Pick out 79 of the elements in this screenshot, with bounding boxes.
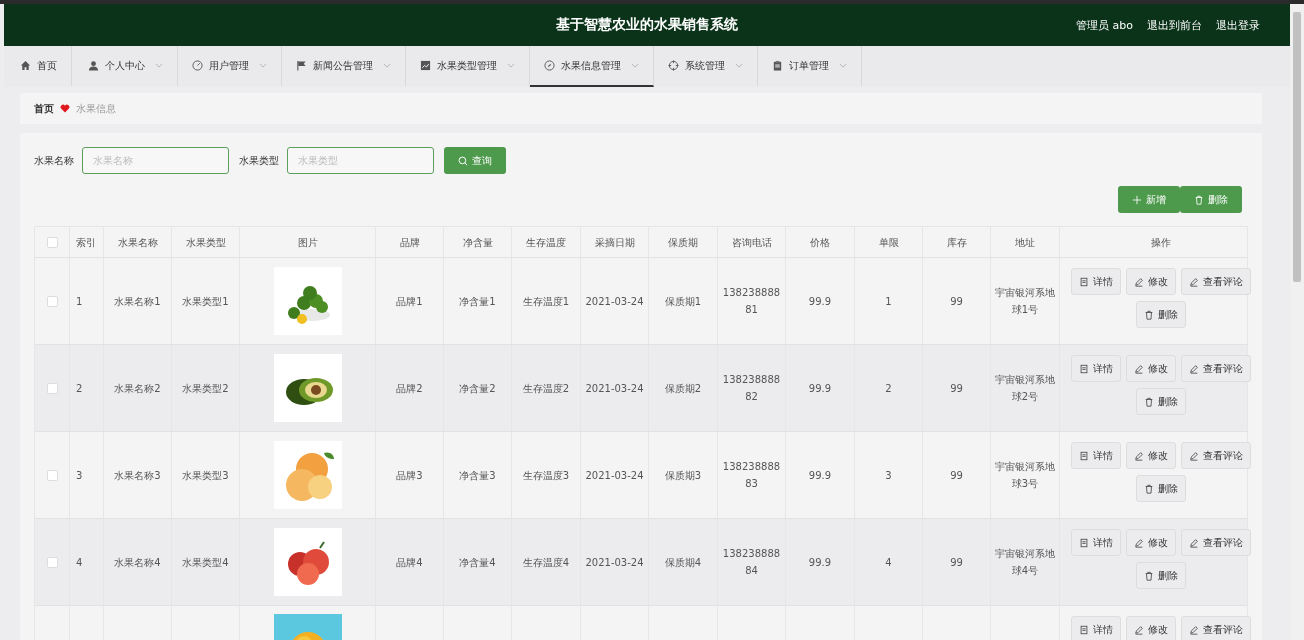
breadcrumb-current: 水果信息	[76, 101, 116, 116]
trash-icon	[1144, 570, 1154, 581]
row-action-button[interactable]: 删除	[1136, 562, 1186, 589]
pencil-icon	[1134, 624, 1144, 635]
row-checkbox[interactable]	[46, 382, 58, 394]
row-action-button[interactable]: 修改	[1126, 442, 1176, 469]
row-action-button[interactable]: 详情	[1071, 268, 1121, 295]
pencil-icon	[1134, 363, 1144, 374]
trash-icon	[1144, 396, 1154, 407]
row-checkbox[interactable]	[46, 469, 58, 481]
chart-icon	[420, 60, 431, 71]
row-action-button[interactable]: 删除	[1136, 388, 1186, 415]
document-icon	[1079, 363, 1089, 374]
compass-icon	[544, 60, 555, 71]
user-icon	[88, 60, 99, 71]
chevron-down-icon	[383, 63, 391, 68]
document-icon	[1079, 276, 1089, 287]
field-label: 水果名称	[34, 153, 74, 168]
row-action-button[interactable]: 修改	[1126, 529, 1176, 556]
row-action-button[interactable]: 修改	[1126, 355, 1176, 382]
document-icon	[1079, 624, 1089, 635]
clipboard-icon	[772, 60, 783, 71]
app-title: 基于智慧农业的水果销售系统	[556, 16, 738, 34]
nav-tab[interactable]: 水果类型管理	[406, 46, 530, 87]
select-all-checkbox[interactable]	[46, 236, 58, 248]
chevron-down-icon	[155, 63, 163, 68]
row-action-button[interactable]: 修改	[1126, 616, 1176, 640]
row-action-button[interactable]: 查看评论	[1181, 442, 1251, 469]
row-action-button[interactable]: 详情	[1071, 616, 1121, 640]
row-checkbox[interactable]	[46, 295, 58, 307]
header-link[interactable]: 管理员 abo	[1076, 17, 1133, 33]
row-action-button[interactable]: 删除	[1136, 301, 1186, 328]
trash-icon	[1144, 309, 1154, 320]
row-action-button[interactable]: 详情	[1071, 442, 1121, 469]
trash-icon	[1194, 194, 1204, 205]
scrollbar-thumb[interactable]	[1293, 12, 1301, 282]
pencil-icon	[1189, 624, 1199, 635]
nav-tab[interactable]: 个人中心	[72, 46, 178, 87]
search-icon	[458, 155, 468, 166]
document-icon	[1079, 450, 1089, 461]
nav-tab[interactable]: 用户管理	[178, 46, 282, 87]
row-action-button[interactable]: 查看评论	[1181, 268, 1251, 295]
row-action-button[interactable]: 删除	[1136, 475, 1186, 502]
pencil-icon	[1134, 276, 1144, 287]
field-label: 水果类型	[239, 153, 279, 168]
pencil-icon	[1189, 363, 1199, 374]
nav-tab[interactable]: 新闻公告管理	[282, 46, 406, 87]
pencil-icon	[1134, 450, 1144, 461]
chevron-down-icon	[631, 63, 639, 68]
gauge-icon	[192, 60, 203, 71]
row-action-button[interactable]: 详情	[1071, 355, 1121, 382]
nav-tab[interactable]: 订单管理	[758, 46, 862, 87]
chevron-down-icon	[507, 63, 515, 68]
row-action-button[interactable]: 修改	[1126, 268, 1176, 295]
header-link[interactable]: 退出登录	[1216, 17, 1260, 33]
row-action-button[interactable]: 查看评论	[1181, 529, 1251, 556]
pencil-icon	[1189, 276, 1199, 287]
chevron-down-icon	[259, 63, 267, 68]
flag-icon	[296, 60, 307, 71]
nav-tab[interactable]: 水果信息管理	[530, 46, 654, 87]
plus-icon	[1132, 194, 1142, 205]
pencil-icon	[1189, 450, 1199, 461]
heart-icon	[60, 104, 70, 113]
crosshair-icon	[668, 60, 679, 71]
pencil-icon	[1189, 537, 1199, 548]
header-link[interactable]: 退出到前台	[1147, 17, 1202, 33]
nav-tab[interactable]: 系统管理	[654, 46, 758, 87]
trash-icon	[1144, 483, 1154, 494]
home-icon	[20, 60, 31, 71]
nav-tab[interactable]: 首页	[4, 46, 72, 87]
chevron-down-icon	[839, 63, 847, 68]
pencil-icon	[1134, 537, 1144, 548]
row-checkbox[interactable]	[46, 556, 58, 568]
row-action-button[interactable]: 查看评论	[1181, 616, 1251, 640]
breadcrumb-link[interactable]: 首页	[34, 101, 54, 116]
document-icon	[1079, 537, 1089, 548]
row-action-button[interactable]: 查看评论	[1181, 355, 1251, 382]
row-action-button[interactable]: 详情	[1071, 529, 1121, 556]
chevron-down-icon	[735, 63, 743, 68]
